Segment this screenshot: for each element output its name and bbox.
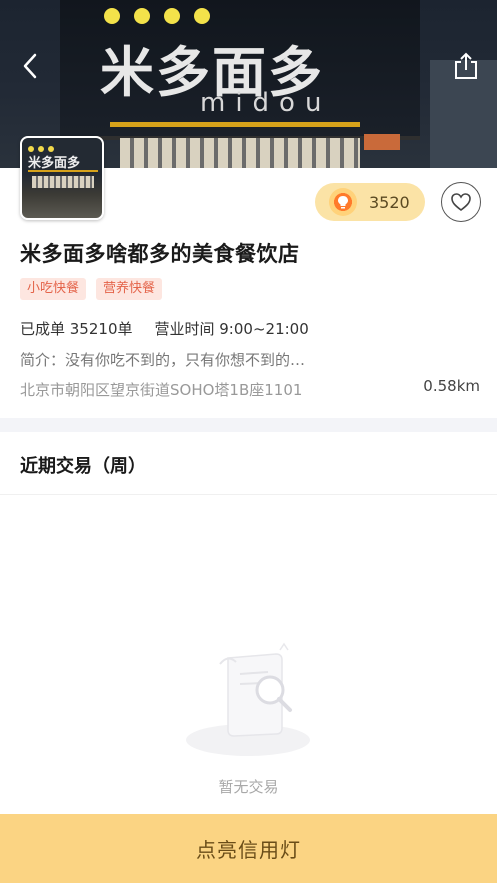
tag-label: 营养快餐 — [96, 278, 163, 300]
share-button[interactable] — [450, 50, 482, 82]
banner-sign-subtext: midou — [200, 88, 332, 118]
favorite-button[interactable] — [441, 182, 481, 222]
credit-score-badge[interactable]: 3520 — [315, 183, 425, 221]
shop-distance: 0.58km — [423, 377, 480, 395]
empty-state-text: 暂无交易 — [218, 778, 279, 796]
sign-underline — [110, 122, 360, 127]
credit-score-value: 3520 — [369, 192, 410, 212]
chevron-left-icon — [23, 53, 37, 79]
small-red-sign — [364, 134, 400, 150]
empty-receipt-search-icon — [184, 640, 314, 760]
tag-label: 小吃快餐 — [20, 278, 87, 300]
shop-name: 米多面多啥都多的美食餐饮店 — [20, 242, 300, 266]
storefront-awning — [120, 138, 360, 168]
share-icon — [455, 52, 477, 79]
light-credit-lamp-button[interactable]: 点亮信用灯 — [0, 814, 497, 883]
thumbnail-sign-text: 米多面多 — [28, 156, 81, 171]
shop-stats: 已成单 35210单 营业时间 9:00~21:00 — [20, 318, 309, 339]
divider — [0, 494, 497, 495]
shop-intro: 简介：没有你吃不到的，只有你想不到的… — [20, 351, 306, 369]
section-separator — [0, 418, 497, 432]
orders-count: 已成单 35210单 — [20, 320, 133, 338]
business-hours: 营业时间 9:00~21:00 — [154, 320, 309, 338]
lightbulb-icon — [329, 188, 357, 216]
shop-address[interactable]: 北京市朝阳区望京街道SOHO塔1B座1101 — [20, 379, 302, 400]
shop-thumbnail: 米多面多 — [20, 136, 104, 220]
back-button[interactable] — [14, 50, 46, 82]
recent-transactions-title: 近期交易（周） — [20, 456, 146, 477]
heart-outline-icon — [451, 193, 471, 212]
sign-dots — [104, 8, 210, 24]
shop-tags: 小吃快餐 营养快餐 — [20, 278, 163, 300]
